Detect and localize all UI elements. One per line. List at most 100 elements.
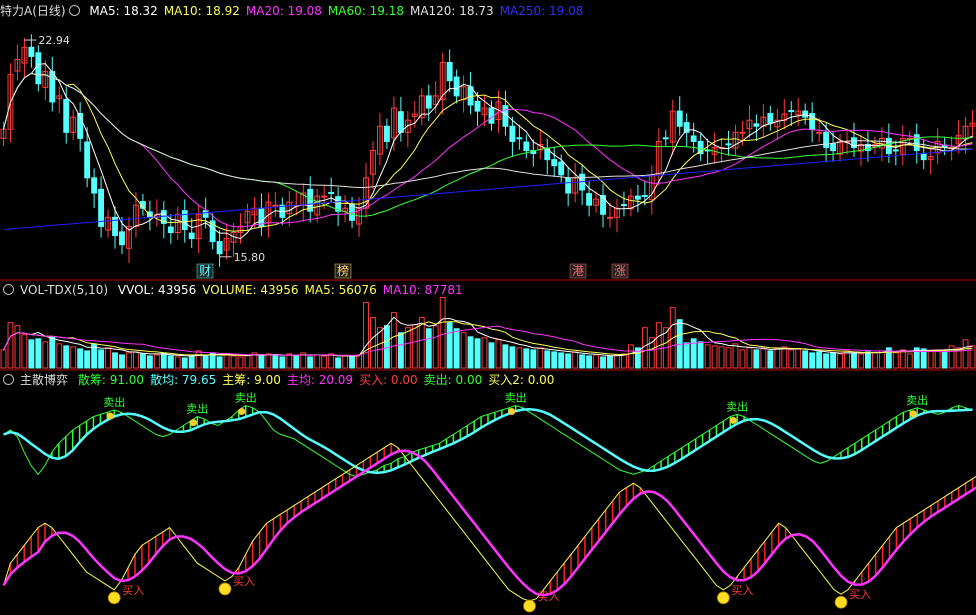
volume-bar: [112, 352, 118, 369]
candle-body: [830, 143, 837, 152]
volume-bar: [230, 355, 237, 369]
candle-body: [551, 159, 558, 167]
volume-bar: [495, 339, 502, 369]
volume-bar: [105, 347, 111, 369]
candle-body: [788, 109, 795, 112]
candle-body: [84, 141, 91, 179]
buy-signal-icon: [107, 591, 121, 605]
volume-bar: [906, 353, 913, 369]
stock-chart[interactable]: 22.9415.80财榜港涨 卖出卖出卖出 卖出卖出卖出买入买入买入 买入 买入: [0, 0, 976, 615]
volume-bar: [342, 355, 349, 369]
volume-bar: [314, 354, 321, 369]
volume-bar: [537, 347, 544, 369]
volume-bar: [871, 352, 878, 369]
candle-body: [802, 110, 809, 118]
volume-bar: [397, 332, 404, 369]
volume-bar: [753, 349, 760, 369]
volume-bar: [460, 332, 467, 369]
volume-bar: [593, 354, 599, 369]
volume-bar: [153, 354, 160, 369]
candle-body: [739, 131, 746, 134]
volume-bar: [767, 350, 774, 369]
candle-body: [474, 100, 481, 112]
volume-bar: [795, 348, 802, 369]
volume-bar: [446, 322, 453, 369]
volume-bar: [718, 346, 725, 369]
volume-bar: [697, 341, 704, 369]
volume-bar: [878, 350, 885, 369]
volume-bar: [146, 355, 153, 369]
candle-body: [920, 153, 927, 161]
volume-bar: [35, 338, 42, 369]
volume-bar: [899, 349, 906, 369]
volume-bar: [572, 351, 579, 369]
volume-bar: [865, 351, 871, 369]
volume-bar: [425, 328, 432, 369]
high-label: 22.94: [38, 34, 70, 47]
buy-signal-icon: [716, 591, 730, 605]
volume-bar: [70, 346, 77, 369]
event-tag: 涨: [614, 263, 626, 278]
candle-body: [383, 125, 390, 142]
sell-signal-label: 卖出: [103, 395, 125, 409]
candle-body: [63, 99, 70, 133]
candle-body: [119, 231, 125, 246]
candle-body: [753, 123, 760, 127]
low-label: 15.80: [234, 251, 266, 264]
volume-bar: [321, 355, 328, 369]
volume-bar: [293, 355, 300, 369]
volume-bar: [28, 339, 35, 369]
volume-bar: [969, 345, 976, 369]
volume-bar: [711, 345, 718, 369]
volume-bar: [49, 336, 56, 369]
candle-body: [823, 131, 830, 148]
volume-bar: [363, 302, 369, 369]
volume-bar: [188, 355, 195, 369]
candle-body: [725, 143, 732, 146]
candle-body: [446, 62, 453, 82]
volume-bar: [858, 353, 864, 369]
volume-bar: [77, 348, 84, 369]
candle-body: [321, 195, 328, 198]
volume-bar: [781, 346, 788, 369]
candle-body: [634, 195, 641, 200]
volume-bar: [160, 352, 167, 369]
volume-bar: [272, 354, 279, 369]
buy-signal-icon: [218, 582, 232, 596]
event-tag: 财: [199, 264, 211, 278]
candle-body: [516, 137, 523, 140]
volume-bar: [7, 322, 14, 369]
volume-bar: [941, 351, 948, 369]
candle-body: [488, 107, 495, 124]
volume-bar: [851, 352, 857, 369]
volume-bar: [683, 342, 690, 369]
candle-body: [892, 149, 899, 152]
buy-signal-label: 买入: [122, 584, 144, 597]
volume-bar: [809, 352, 816, 369]
event-tag: 榜: [337, 263, 349, 278]
candle-body: [600, 194, 606, 215]
volume-bar: [328, 353, 335, 369]
panel-dividers: [0, 279, 976, 371]
volume-bar: [370, 317, 376, 369]
price-panel: 22.94 15.80 财 榜 港 涨: [0, 34, 976, 279]
volume-bar: [390, 312, 397, 369]
main-average-line: [2, 449, 976, 597]
volume-bar: [286, 353, 293, 369]
ma-line: [3, 72, 973, 189]
volume-bar: [565, 353, 572, 369]
candle-body: [272, 204, 279, 207]
volume-bar: [746, 347, 753, 369]
buy-signal-label: 买入: [233, 575, 255, 588]
volume-bar: [167, 355, 174, 369]
buy-signal-label: 买入: [849, 588, 871, 601]
volume-bar: [439, 297, 446, 369]
volume-bar: [42, 341, 49, 369]
volume-bar: [600, 356, 606, 369]
volume-bar: [530, 349, 537, 369]
volume-bar: [63, 345, 70, 369]
candle-body: [621, 204, 627, 207]
volume-bar: [927, 350, 934, 369]
volume-bar: [453, 328, 460, 369]
sell-signal-label: 卖出: [235, 391, 257, 405]
